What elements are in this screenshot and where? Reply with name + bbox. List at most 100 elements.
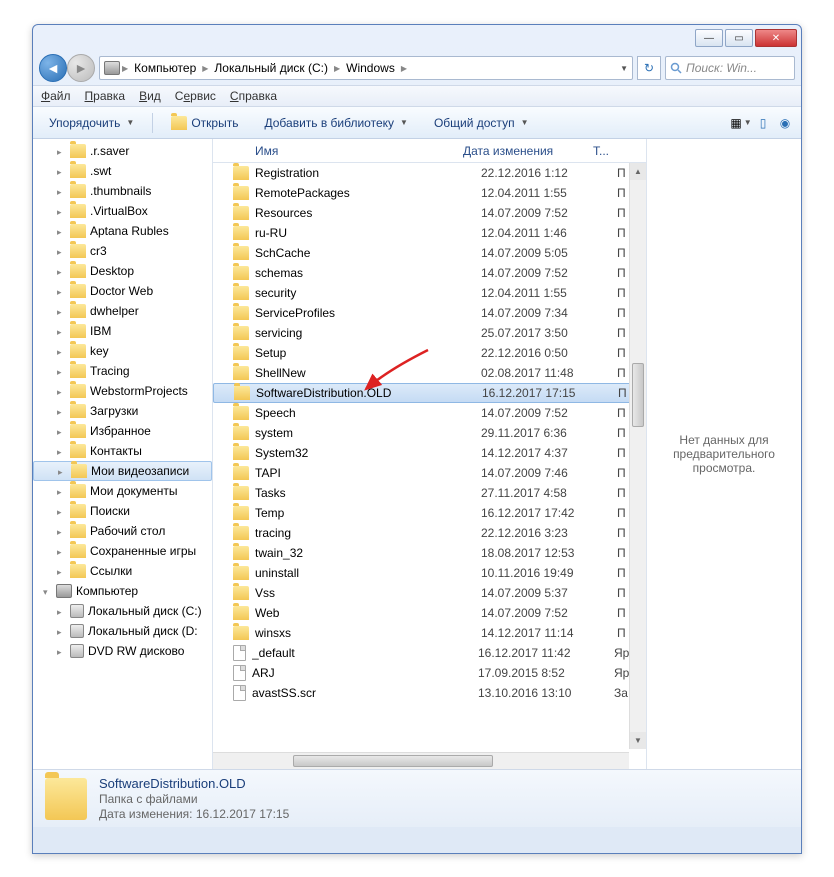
list-item[interactable]: servicing25.07.2017 3:50П — [213, 323, 646, 343]
expand-icon[interactable]: ▸ — [57, 307, 66, 316]
list-item[interactable]: Speech14.07.2009 7:52П — [213, 403, 646, 423]
horizontal-scrollbar[interactable] — [213, 752, 629, 769]
open-button[interactable]: Открыть — [163, 112, 246, 134]
close-button[interactable]: ✕ — [755, 29, 797, 47]
tree-item[interactable]: ▸Aptana Rubles — [33, 221, 212, 241]
list-item[interactable]: schemas14.07.2009 7:52П — [213, 263, 646, 283]
tree-item[interactable]: ▸Поиски — [33, 501, 212, 521]
list-item[interactable]: System3214.12.2017 4:37П — [213, 443, 646, 463]
tree-item[interactable]: ▸Мои видеозаписи — [33, 461, 212, 481]
list-item[interactable]: Temp16.12.2017 17:42П — [213, 503, 646, 523]
search-input[interactable]: Поиск: Win... — [665, 56, 795, 80]
organize-button[interactable]: Упорядочить▼ — [41, 112, 142, 134]
nav-tree[interactable]: ▸.r.saver▸.swt▸.thumbnails▸.VirtualBox▸A… — [33, 139, 213, 769]
list-item[interactable]: Vss14.07.2009 5:37П — [213, 583, 646, 603]
tree-item[interactable]: ▸cr3 — [33, 241, 212, 261]
share-button[interactable]: Общий доступ▼ — [426, 112, 537, 134]
add-library-button[interactable]: Добавить в библиотеку▼ — [256, 112, 415, 134]
expand-icon[interactable]: ▸ — [58, 467, 67, 476]
list-item[interactable]: Tasks27.11.2017 4:58П — [213, 483, 646, 503]
menu-tools[interactable]: Сервис — [175, 89, 216, 103]
breadcrumb-segment[interactable]: Компьютер — [130, 59, 200, 77]
menu-view[interactable]: Вид — [139, 89, 161, 103]
tree-item[interactable]: ▸Сохраненные игры — [33, 541, 212, 561]
list-item[interactable]: ARJ17.09.2015 8:52Яр — [213, 663, 646, 683]
expand-icon[interactable]: ▸ — [57, 247, 66, 256]
tree-item[interactable]: ▸.r.saver — [33, 141, 212, 161]
list-item[interactable]: Registration22.12.2016 1:12П — [213, 163, 646, 183]
list-item[interactable]: RemotePackages12.04.2011 1:55П — [213, 183, 646, 203]
tree-item[interactable]: ▸.swt — [33, 161, 212, 181]
expand-icon[interactable]: ▸ — [57, 487, 66, 496]
tree-item[interactable]: ▸DVD RW дисково — [33, 641, 212, 661]
maximize-button[interactable]: ▭ — [725, 29, 753, 47]
expand-icon[interactable]: ▸ — [57, 387, 66, 396]
list-item[interactable]: Setup22.12.2016 0:50П — [213, 343, 646, 363]
scroll-up-icon[interactable]: ▲ — [630, 163, 646, 180]
back-button[interactable]: ◄ — [39, 54, 67, 82]
list-item[interactable]: SoftwareDistribution.OLD16.12.2017 17:15… — [213, 383, 646, 403]
tree-item[interactable]: ▸Рабочий стол — [33, 521, 212, 541]
help-button[interactable]: ◉ — [777, 115, 793, 131]
tree-item[interactable]: ▾Компьютер — [33, 581, 212, 601]
column-date[interactable]: Дата изменения — [463, 144, 593, 158]
scroll-down-icon[interactable]: ▼ — [630, 732, 646, 749]
tree-item[interactable]: ▸Doctor Web — [33, 281, 212, 301]
expand-icon[interactable]: ▸ — [57, 607, 66, 616]
tree-item[interactable]: ▸Контакты — [33, 441, 212, 461]
list-item[interactable]: Resources14.07.2009 7:52П — [213, 203, 646, 223]
list-item[interactable]: ru-RU12.04.2011 1:46П — [213, 223, 646, 243]
column-name[interactable]: Имя — [255, 144, 463, 158]
tree-item[interactable]: ▸IBM — [33, 321, 212, 341]
scroll-thumb[interactable] — [293, 755, 493, 767]
list-item[interactable]: winsxs14.12.2017 11:14П — [213, 623, 646, 643]
expand-icon[interactable]: ▸ — [57, 507, 66, 516]
list-item[interactable]: twain_3218.08.2017 12:53П — [213, 543, 646, 563]
expand-icon[interactable]: ▸ — [57, 547, 66, 556]
expand-icon[interactable]: ▸ — [57, 647, 66, 656]
expand-icon[interactable]: ▸ — [57, 447, 66, 456]
tree-item[interactable]: ▸WebstormProjects — [33, 381, 212, 401]
forward-button[interactable]: ► — [67, 54, 95, 82]
expand-icon[interactable]: ▸ — [57, 347, 66, 356]
expand-icon[interactable]: ▸ — [57, 267, 66, 276]
tree-item[interactable]: ▸key — [33, 341, 212, 361]
tree-item[interactable]: ▸.thumbnails — [33, 181, 212, 201]
menu-help[interactable]: Справка — [230, 89, 277, 103]
menu-edit[interactable]: Правка — [85, 89, 126, 103]
breadcrumb-segment[interactable]: Windows — [342, 59, 399, 77]
list-item[interactable]: SchCache14.07.2009 5:05П — [213, 243, 646, 263]
vertical-scrollbar[interactable]: ▲ ▼ — [629, 163, 646, 749]
tree-item[interactable]: ▸Локальный диск (D: — [33, 621, 212, 641]
expand-icon[interactable]: ▸ — [57, 227, 66, 236]
breadcrumb-segment[interactable]: Локальный диск (C:) — [210, 59, 332, 77]
list-item[interactable]: security12.04.2011 1:55П — [213, 283, 646, 303]
preview-pane-button[interactable]: ▯ — [755, 115, 771, 131]
list-item[interactable]: _default16.12.2017 11:42Яр — [213, 643, 646, 663]
expand-icon[interactable]: ▾ — [43, 587, 52, 596]
expand-icon[interactable]: ▸ — [57, 147, 66, 156]
expand-icon[interactable]: ▸ — [57, 367, 66, 376]
expand-icon[interactable]: ▸ — [57, 527, 66, 536]
scroll-thumb[interactable] — [632, 363, 644, 427]
list-item[interactable]: avastSS.scr13.10.2016 13:10За — [213, 683, 646, 703]
list-item[interactable]: TAPI14.07.2009 7:46П — [213, 463, 646, 483]
menu-file[interactable]: ФФайлайл — [41, 89, 71, 103]
column-type[interactable]: Т... — [593, 144, 623, 158]
breadcrumb[interactable]: ▶ Компьютер ▶ Локальный диск (C:) ▶ Wind… — [99, 56, 633, 80]
list-item[interactable]: uninstall10.11.2016 19:49П — [213, 563, 646, 583]
expand-icon[interactable]: ▸ — [57, 207, 66, 216]
tree-item[interactable]: ▸Избранное — [33, 421, 212, 441]
list-item[interactable]: ServiceProfiles14.07.2009 7:34П — [213, 303, 646, 323]
tree-item[interactable]: ▸Ссылки — [33, 561, 212, 581]
tree-item[interactable]: ▸Мои документы — [33, 481, 212, 501]
chevron-down-icon[interactable]: ▼ — [620, 64, 628, 73]
tree-item[interactable]: ▸Загрузки — [33, 401, 212, 421]
expand-icon[interactable]: ▸ — [57, 327, 66, 336]
expand-icon[interactable]: ▸ — [57, 427, 66, 436]
tree-item[interactable]: ▸dwhelper — [33, 301, 212, 321]
list-item[interactable]: system29.11.2017 6:36П — [213, 423, 646, 443]
refresh-button[interactable]: ↻ — [637, 56, 661, 80]
tree-item[interactable]: ▸.VirtualBox — [33, 201, 212, 221]
tree-item[interactable]: ▸Локальный диск (C:) — [33, 601, 212, 621]
